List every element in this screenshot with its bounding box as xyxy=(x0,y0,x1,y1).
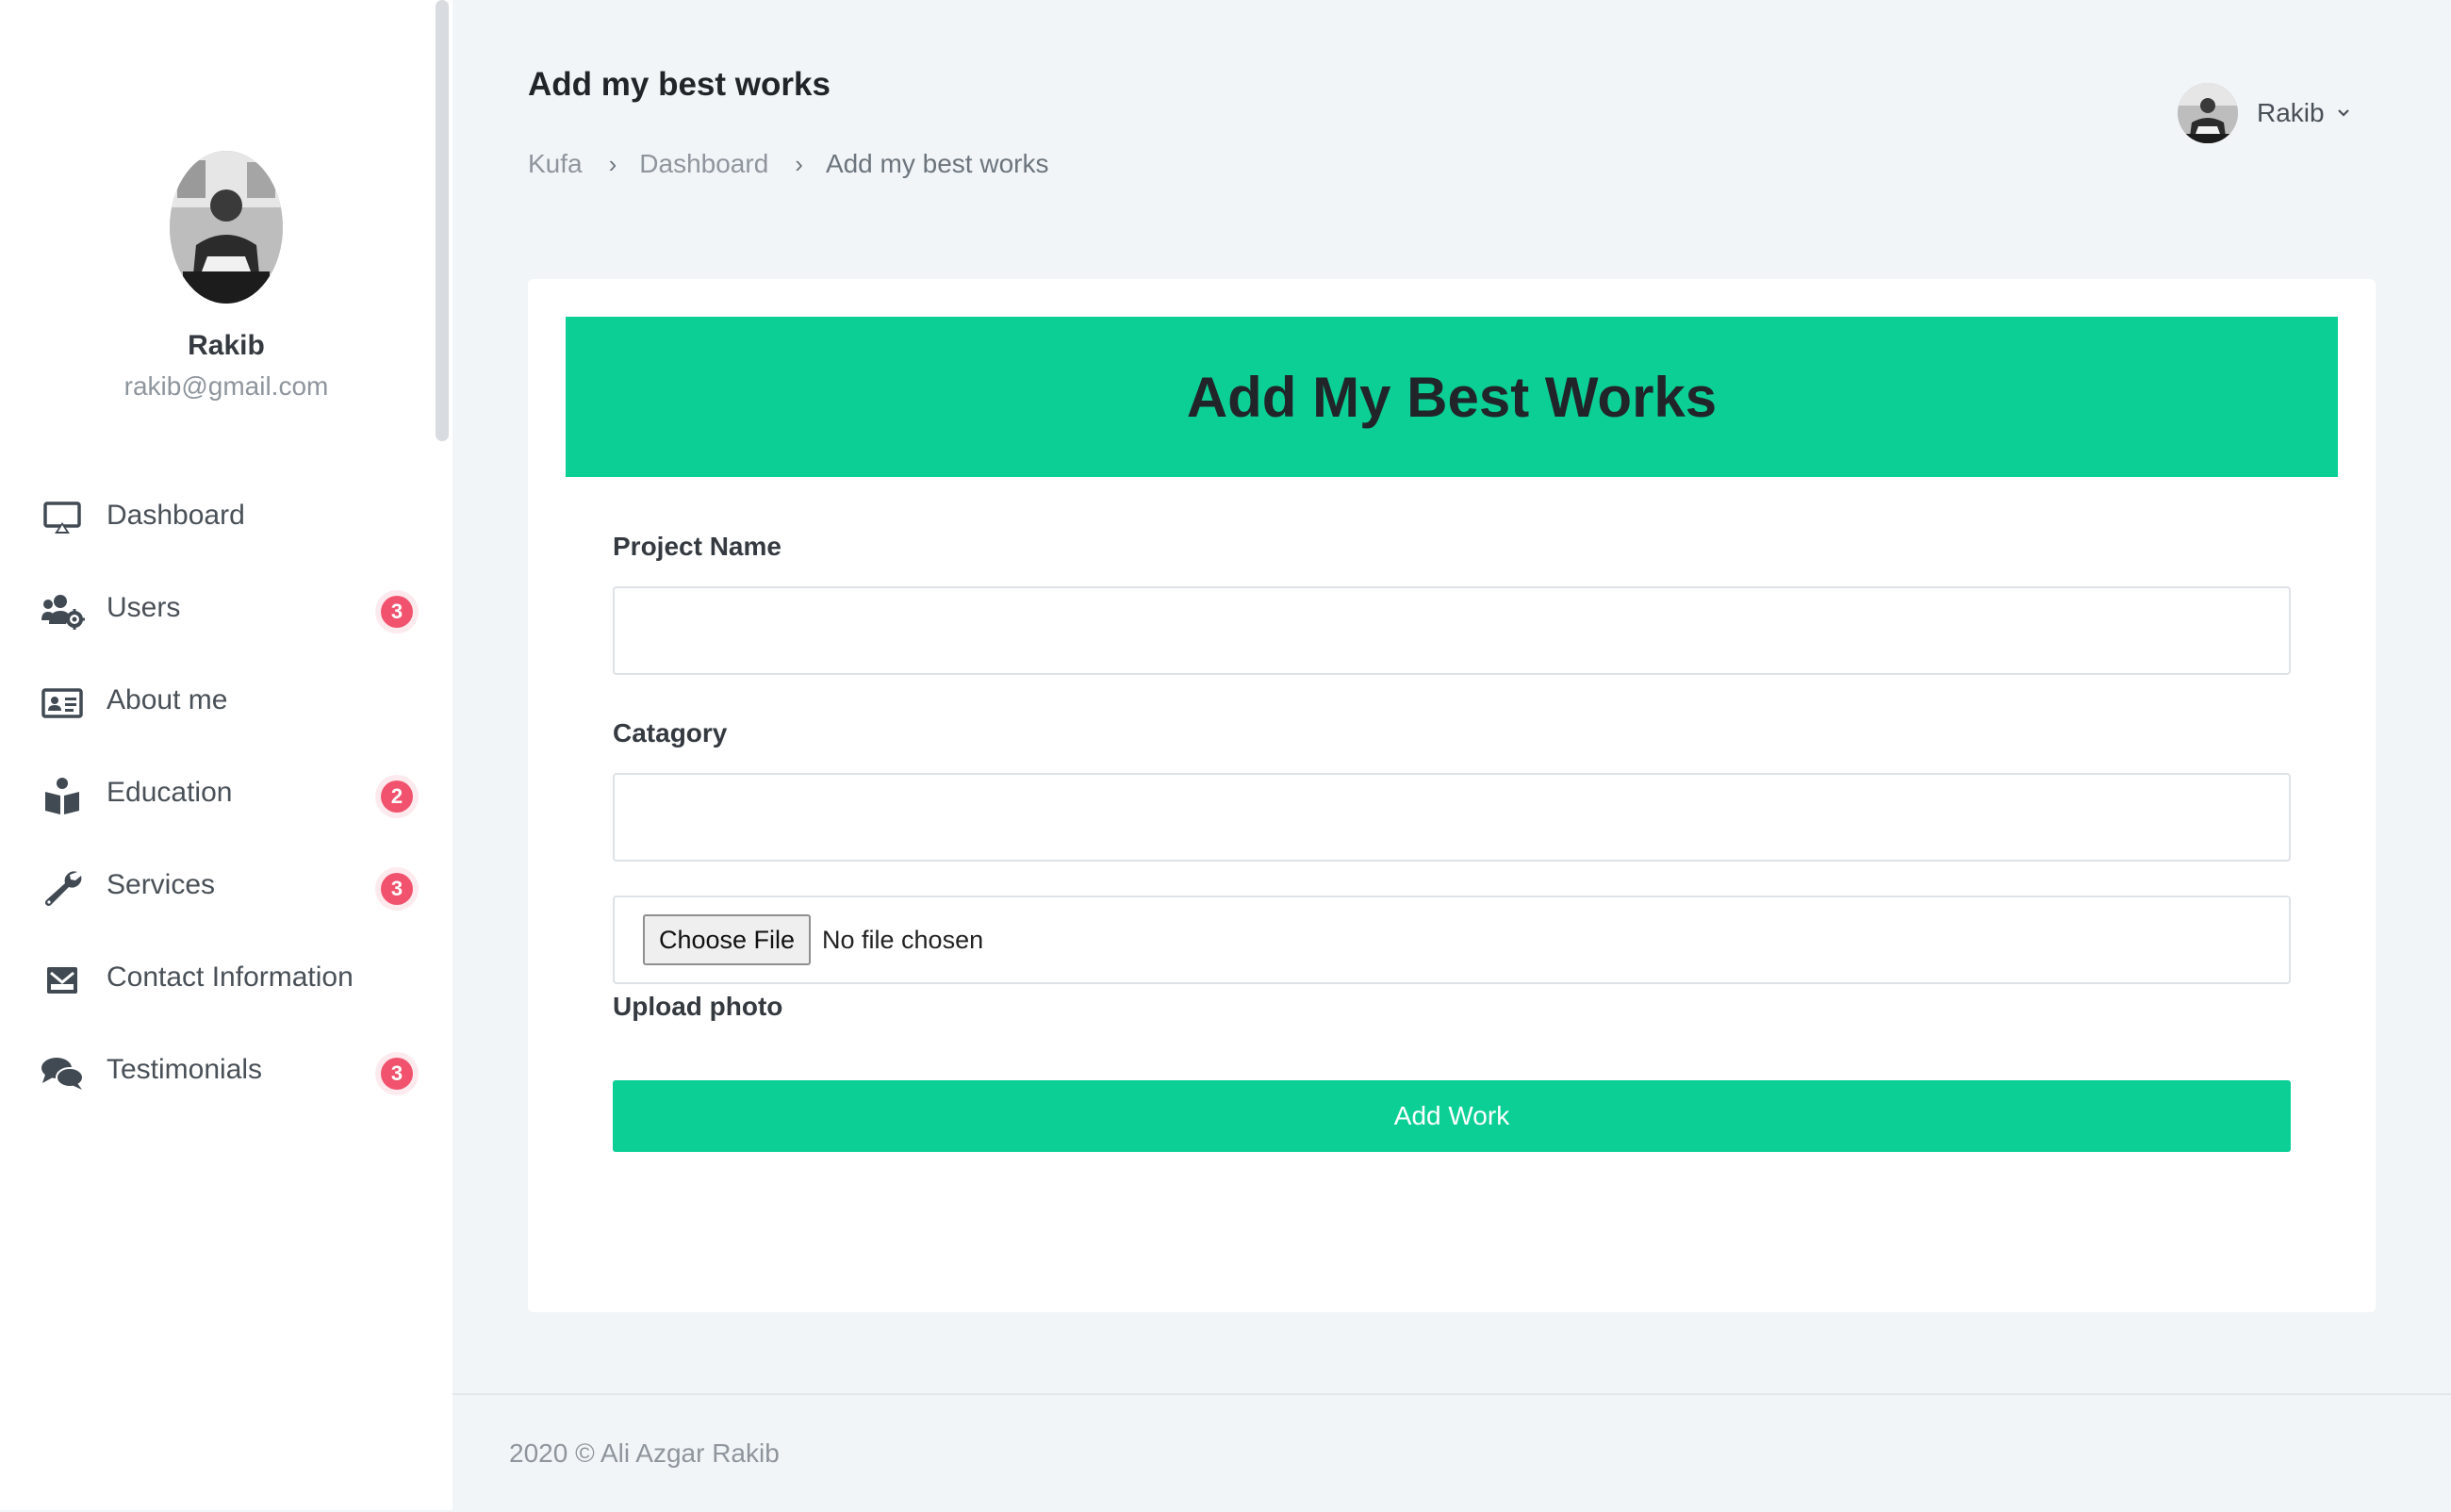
card-title: Add My Best Works xyxy=(1186,365,1718,429)
category-input[interactable] xyxy=(613,773,2291,862)
sidebar-item-dashboard[interactable]: Dashboard xyxy=(0,471,452,564)
user-avatar-photo-icon xyxy=(2178,83,2238,143)
breadcrumb-separator-icon: › xyxy=(795,149,803,178)
profile-avatar xyxy=(170,151,283,304)
notification-badge: 3 xyxy=(381,873,413,905)
profile-name: Rakib xyxy=(188,330,265,361)
file-upload-field[interactable]: Choose File No file chosen xyxy=(613,896,2291,984)
add-work-button[interactable]: Add Work xyxy=(613,1080,2291,1152)
users-gear-icon xyxy=(40,592,85,630)
footer-copyright: 2020 © Ali Azgar Rakib xyxy=(509,1438,780,1468)
sidebar-item-users[interactable]: Users 3 xyxy=(0,564,452,656)
breadcrumb-current: Add my best works xyxy=(825,149,1049,178)
id-card-icon xyxy=(40,684,85,722)
sidebar-item-label: About me xyxy=(107,684,228,715)
page-title: Add my best works xyxy=(528,66,831,103)
project-name-input[interactable] xyxy=(613,586,2291,675)
sidebar-item-label: Dashboard xyxy=(107,500,245,531)
wrench-icon xyxy=(40,869,85,907)
user-avatar-photo-icon xyxy=(170,151,283,304)
envelope-icon xyxy=(40,961,85,999)
sidebar-item-label: Services xyxy=(107,869,216,900)
sidebar-item-testimonials[interactable]: Testimonials 3 xyxy=(0,1026,452,1118)
sidebar-item-education[interactable]: Education 2 xyxy=(0,748,452,841)
sidebar-item-contact-information[interactable]: Contact Information xyxy=(0,933,452,1026)
sidebar-item-label: Contact Information xyxy=(107,961,354,993)
breadcrumb-link-dashboard[interactable]: Dashboard xyxy=(639,149,768,179)
avatar xyxy=(2178,83,2238,143)
profile-email: rakib@gmail.com xyxy=(123,371,329,401)
sidebar-nav: Dashboard Users 3 About me Education 2 S… xyxy=(0,471,452,1118)
upload-photo-label: Upload photo xyxy=(613,992,783,1021)
sidebar-item-label: Education xyxy=(107,777,233,808)
chevron-down-icon xyxy=(2336,106,2351,121)
card-header: Add My Best Works xyxy=(566,317,2338,477)
choose-file-button[interactable]: Choose File xyxy=(643,914,811,965)
sidebar: Rakib rakib@gmail.com Dashboard Users 3 … xyxy=(0,0,452,1510)
reader-icon xyxy=(40,777,85,814)
footer: 2020 © Ali Azgar Rakib xyxy=(452,1393,2451,1512)
sidebar-item-label: Users xyxy=(107,592,181,623)
breadcrumb-link-kufa[interactable]: Kufa xyxy=(528,149,583,179)
add-work-card: Add My Best Works Project Name Catagory … xyxy=(528,279,2376,1312)
file-status-text: No file chosen xyxy=(822,926,984,954)
project-name-label: Project Name xyxy=(613,532,781,561)
sidebar-item-label: Testimonials xyxy=(107,1054,263,1085)
monitor-icon xyxy=(40,500,85,537)
category-label: Catagory xyxy=(613,718,728,748)
notification-badge: 3 xyxy=(381,1058,413,1090)
breadcrumb: Kufa › Dashboard › Add my best works xyxy=(528,149,1048,179)
sidebar-item-services[interactable]: Services 3 xyxy=(0,841,452,933)
notification-badge: 2 xyxy=(381,781,413,813)
notification-badge: 3 xyxy=(381,596,413,628)
user-name: Rakib xyxy=(2257,98,2325,127)
sidebar-item-about-me[interactable]: About me xyxy=(0,656,452,748)
breadcrumb-separator-icon: › xyxy=(608,149,617,178)
comments-icon xyxy=(40,1054,85,1092)
user-menu[interactable]: Rakib xyxy=(2178,83,2351,143)
